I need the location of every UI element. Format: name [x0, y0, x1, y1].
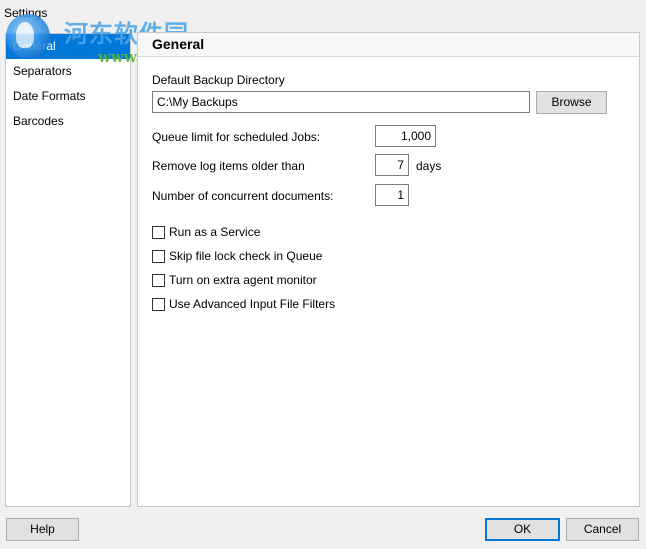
skip-file-lock-checkbox[interactable] [152, 249, 165, 263]
run-as-service-label: Run as a Service [169, 225, 261, 239]
advanced-input-filters-option[interactable]: Use Advanced Input File Filters [152, 296, 335, 312]
queue-limit-label: Queue limit for scheduled Jobs: [152, 130, 321, 144]
sidebar-item-barcodes[interactable]: Barcodes [6, 109, 130, 134]
skip-file-lock-option[interactable]: Skip file lock check in Queue [152, 248, 322, 264]
sidebar-item-general[interactable]: General [6, 34, 130, 59]
general-panel: General Default Backup Directory C:\My B… [137, 32, 640, 507]
sidebar-item-date-formats[interactable]: Date Formats [6, 84, 130, 109]
run-as-service-checkbox[interactable] [152, 225, 165, 239]
backup-dir-input[interactable]: C:\My Backups [152, 91, 530, 113]
extra-agent-monitor-label: Turn on extra agent monitor [169, 273, 317, 287]
days-unit-label: days [416, 159, 442, 173]
extra-agent-monitor-checkbox[interactable] [152, 273, 165, 287]
skip-file-lock-label: Skip file lock check in Queue [169, 249, 323, 263]
cancel-button[interactable]: Cancel [566, 518, 639, 541]
settings-sidebar: General Separators Date Formats Barcodes [5, 33, 131, 507]
panel-title: General [138, 33, 639, 57]
concurrent-docs-label: Number of concurrent documents: [152, 189, 334, 203]
run-as-service-option[interactable]: Run as a Service [152, 224, 260, 240]
sidebar-item-separators[interactable]: Separators [6, 59, 130, 84]
advanced-input-filters-checkbox[interactable] [152, 297, 165, 311]
ok-button[interactable]: OK [485, 518, 560, 541]
advanced-input-filters-label: Use Advanced Input File Filters [169, 297, 336, 311]
remove-log-label: Remove log items older than [152, 159, 305, 173]
help-button[interactable]: Help [6, 518, 79, 541]
concurrent-docs-input[interactable]: 1 [375, 184, 409, 206]
extra-agent-monitor-option[interactable]: Turn on extra agent monitor [152, 272, 317, 288]
queue-limit-input[interactable]: 1,000 [375, 125, 436, 147]
browse-button[interactable]: Browse [536, 91, 607, 114]
remove-log-days-input[interactable]: 7 [375, 154, 409, 176]
backup-dir-label: Default Backup Directory [152, 73, 285, 87]
window-title: Settings [4, 6, 48, 20]
